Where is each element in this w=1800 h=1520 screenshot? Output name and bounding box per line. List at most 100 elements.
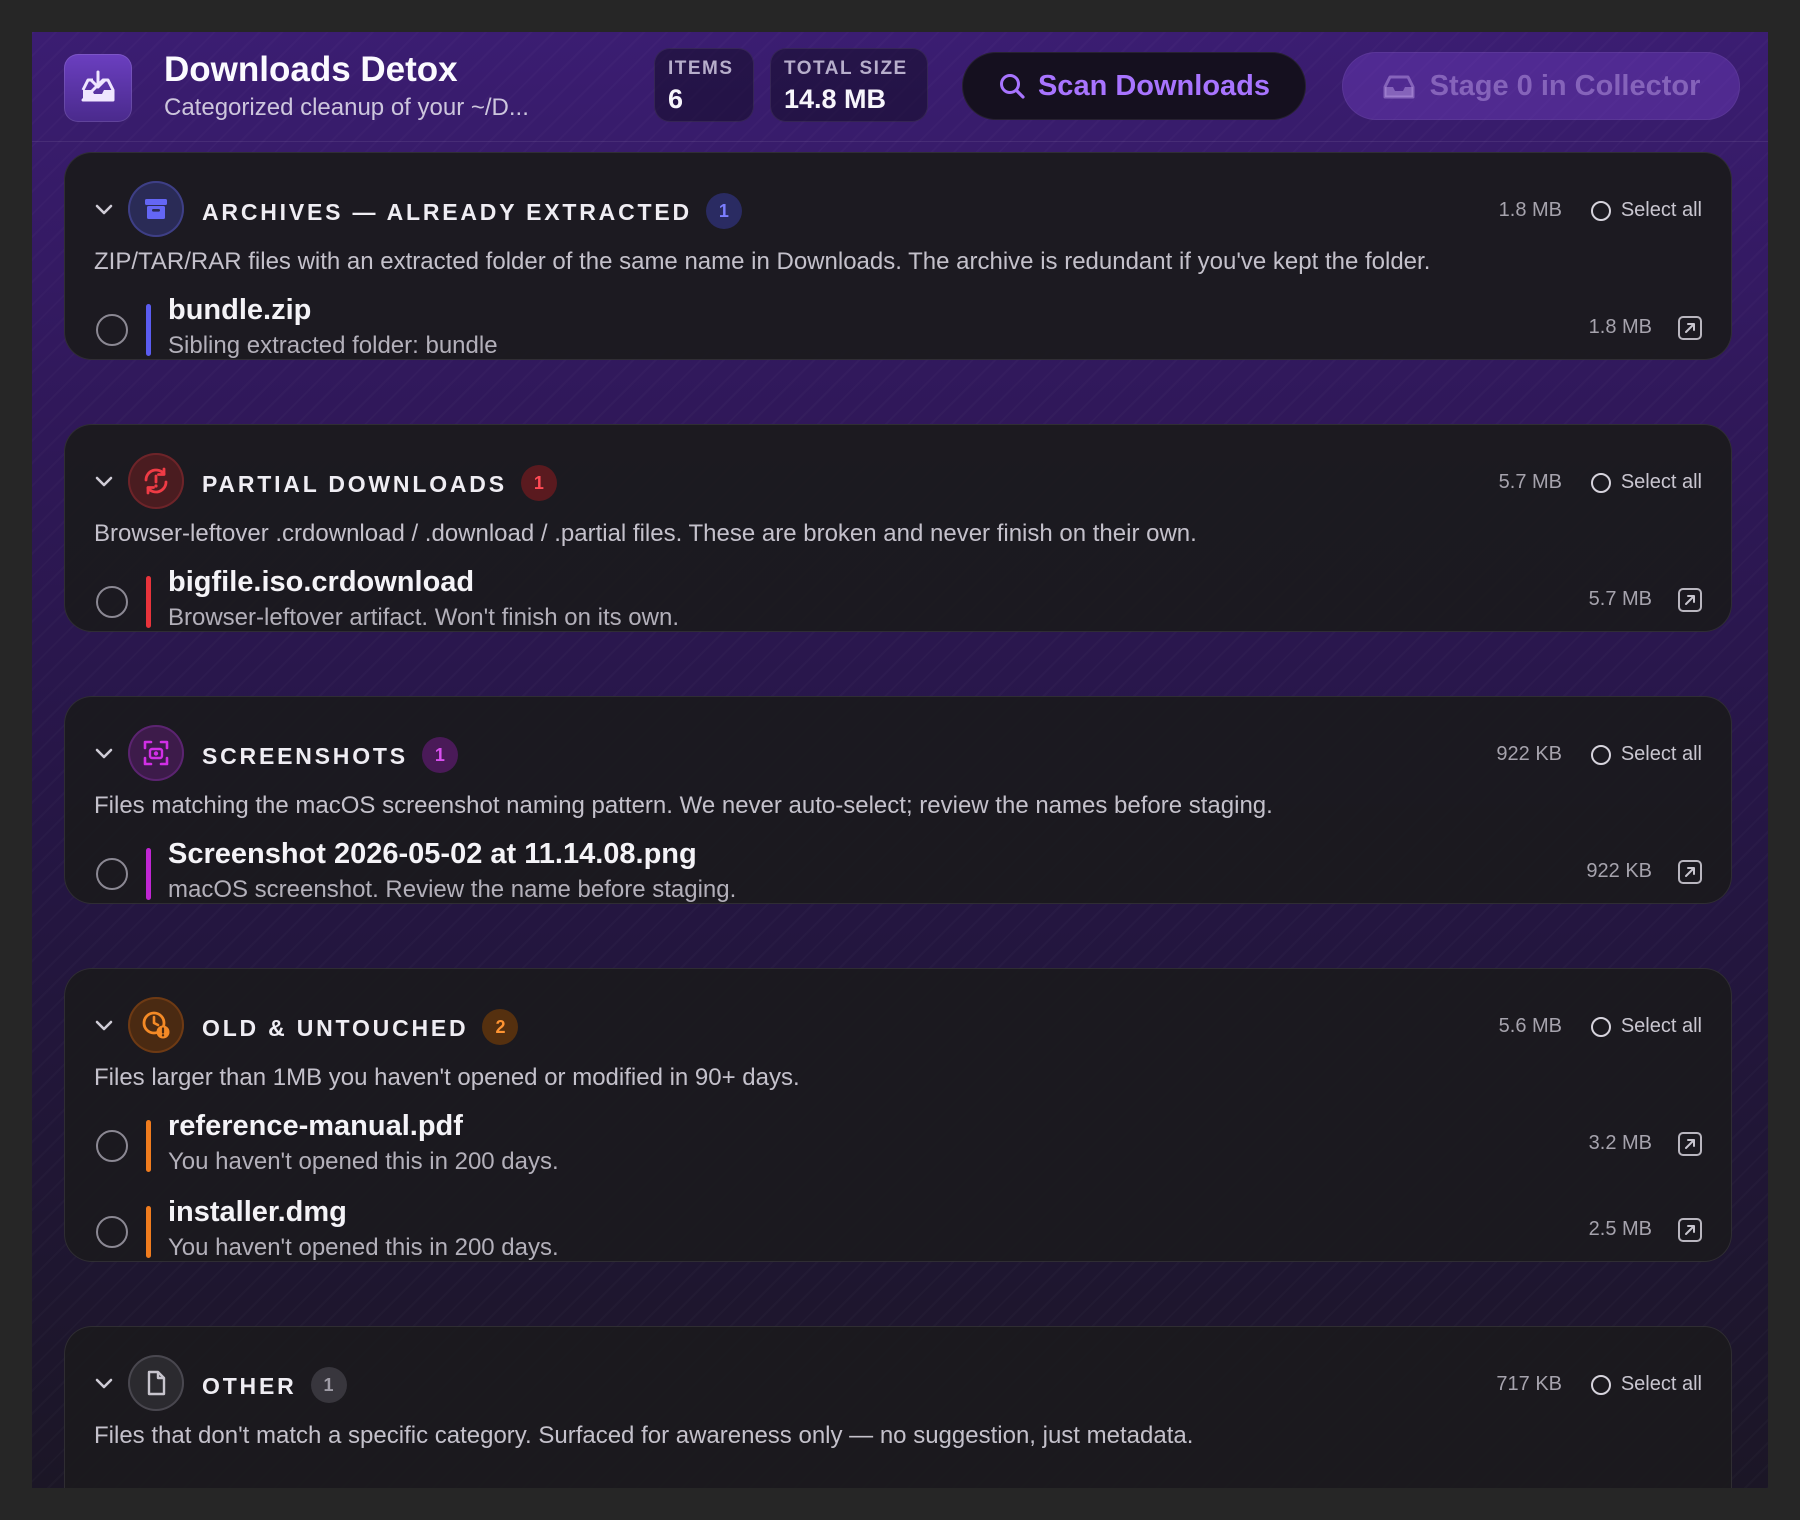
stat-total-size-label: TOTAL SIZE (784, 58, 908, 79)
search-icon (999, 74, 1025, 99)
stat-items-label: ITEMS (668, 58, 734, 79)
category-description: Files larger than 1MB you haven't opened… (94, 1064, 800, 1091)
document-icon (128, 1355, 184, 1411)
category-header[interactable]: OLD & UNTOUCHED 2 5.6 MB Select all (64, 996, 1732, 1056)
file-size: 3.2 MB (1588, 1132, 1652, 1154)
category-color-bar (146, 304, 151, 356)
app-subtitle: Categorized cleanup of your ~/D... (164, 94, 529, 121)
select-all-label: Select all (1620, 743, 1702, 765)
category-size: 5.7 MB (1498, 471, 1562, 493)
file-reason: Sibling extracted folder: bundle (168, 332, 498, 359)
select-all-toggle[interactable]: Select all (1590, 1015, 1702, 1038)
file-row[interactable]: bundle.zip Sibling extracted folder: bun… (64, 294, 1732, 364)
clock-alert-icon (128, 997, 184, 1053)
category-title: OLD & UNTOUCHED 2 (202, 1009, 519, 1048)
category-title: PARTIAL DOWNLOADS 1 (202, 465, 557, 504)
file-name: installer.dmg (168, 1196, 347, 1228)
file-row[interactable]: Screenshot 2026-05-02 at 11.14.08.png ma… (64, 838, 1732, 908)
screenshot-icon (128, 725, 184, 781)
chevron-down-icon[interactable] (92, 1372, 116, 1396)
count-badge: 1 (310, 1367, 347, 1403)
file-reason: macOS screenshot. Review the name before… (168, 876, 737, 903)
category-partial-downloads: PARTIAL DOWNLOADS 1 5.7 MB Select all Bro… (64, 424, 1732, 632)
scan-downloads-button[interactable]: Scan Downloads (962, 52, 1306, 120)
file-name: bundle.zip (168, 294, 312, 326)
chevron-down-icon[interactable] (92, 1014, 116, 1038)
file-name: Screenshot 2026-05-02 at 11.14.08.png (168, 838, 697, 870)
circle-icon (1590, 1016, 1611, 1037)
count-badge: 1 (421, 737, 458, 773)
category-title-text: SCREENSHOTS (202, 743, 408, 770)
chevron-down-icon[interactable] (92, 198, 116, 222)
circle-icon (1590, 472, 1611, 493)
reveal-in-finder-icon[interactable] (1678, 860, 1702, 884)
chevron-down-icon[interactable] (92, 470, 116, 494)
category-title: ARCHIVES — ALREADY EXTRACTED 1 (202, 193, 742, 232)
file-size: 2.5 MB (1588, 1218, 1652, 1240)
category-header[interactable]: OTHER 1 717 KB Select all (64, 1354, 1732, 1414)
category-description: Files matching the macOS screenshot nami… (94, 792, 1273, 819)
file-select-radio[interactable] (96, 1130, 128, 1162)
stat-total-size: TOTAL SIZE 14.8 MB (770, 48, 928, 122)
count-badge: 1 (520, 465, 557, 501)
select-all-label: Select all (1620, 1015, 1702, 1037)
category-header[interactable]: SCREENSHOTS 1 922 KB Select all (64, 724, 1732, 784)
category-title: SCREENSHOTS 1 (202, 737, 458, 776)
refresh-warning-icon (128, 453, 184, 509)
app-title: Downloads Detox (164, 50, 458, 89)
reveal-in-finder-icon[interactable] (1678, 1132, 1702, 1156)
select-all-toggle[interactable]: Select all (1590, 1373, 1702, 1396)
category-description: Files that don't match a specific catego… (94, 1422, 1194, 1449)
file-size: 922 KB (1586, 860, 1652, 882)
category-title-text: OLD & UNTOUCHED (202, 1015, 469, 1042)
select-all-toggle[interactable]: Select all (1590, 199, 1702, 222)
select-all-label: Select all (1620, 199, 1702, 221)
file-row[interactable]: installer.dmg You haven't opened this in… (64, 1196, 1732, 1266)
category-other: OTHER 1 717 KB Select all Files that don'… (64, 1326, 1732, 1488)
reveal-in-finder-icon[interactable] (1678, 588, 1702, 612)
category-size: 1.8 MB (1498, 199, 1562, 221)
select-all-toggle[interactable]: Select all (1590, 743, 1702, 766)
category-description: ZIP/TAR/RAR files with an extracted fold… (94, 248, 1431, 275)
stage-in-collector-button[interactable]: Stage 0 in Collector (1342, 52, 1740, 120)
select-all-label: Select all (1620, 1373, 1702, 1395)
category-header[interactable]: PARTIAL DOWNLOADS 1 5.7 MB Select all (64, 452, 1732, 512)
count-badge: 1 (705, 193, 742, 229)
file-select-radio[interactable] (96, 586, 128, 618)
category-header[interactable]: ARCHIVES — ALREADY EXTRACTED 1 1.8 MB Sel… (64, 180, 1732, 240)
category-color-bar (146, 1120, 151, 1172)
file-size: 1.8 MB (1588, 316, 1652, 338)
file-select-radio[interactable] (96, 858, 128, 890)
category-archives: ARCHIVES — ALREADY EXTRACTED 1 1.8 MB Sel… (64, 152, 1732, 360)
category-color-bar (146, 576, 151, 628)
category-size: 922 KB (1496, 743, 1562, 765)
file-name: reference-manual.pdf (168, 1110, 463, 1142)
file-row[interactable]: bigfile.iso.crdownload Browser-leftover … (64, 566, 1732, 636)
file-row[interactable]: reference-manual.pdf You haven't opened … (64, 1110, 1732, 1180)
select-all-toggle[interactable]: Select all (1590, 471, 1702, 494)
category-title-text: ARCHIVES — ALREADY EXTRACTED (202, 199, 692, 226)
count-badge: 2 (482, 1009, 519, 1045)
app-header: Downloads Detox Categorized cleanup of y… (32, 32, 1768, 142)
archive-box-icon (128, 181, 184, 237)
reveal-in-finder-icon[interactable] (1678, 316, 1702, 340)
circle-icon (1590, 744, 1611, 765)
file-reason: You haven't opened this in 200 days. (168, 1148, 559, 1175)
stat-items: ITEMS 6 (654, 48, 754, 122)
file-name: bigfile.iso.crdownload (168, 566, 475, 598)
category-color-bar (146, 848, 151, 900)
file-select-radio[interactable] (96, 314, 128, 346)
stage-in-collector-label: Stage 0 in Collector (1429, 69, 1701, 102)
tray-icon (1383, 75, 1415, 99)
tray-download-icon (64, 54, 132, 122)
category-description: Browser-leftover .crdownload / .download… (94, 520, 1197, 547)
stat-total-size-value: 14.8 MB (784, 84, 887, 114)
reveal-in-finder-icon[interactable] (1678, 1218, 1702, 1242)
circle-icon (1590, 1374, 1611, 1395)
category-size: 717 KB (1496, 1373, 1562, 1395)
scan-downloads-label: Scan Downloads (1037, 69, 1271, 102)
category-title-text: PARTIAL DOWNLOADS (202, 471, 507, 498)
file-select-radio[interactable] (96, 1216, 128, 1248)
chevron-down-icon[interactable] (92, 742, 116, 766)
category-title-text: OTHER (202, 1373, 297, 1400)
